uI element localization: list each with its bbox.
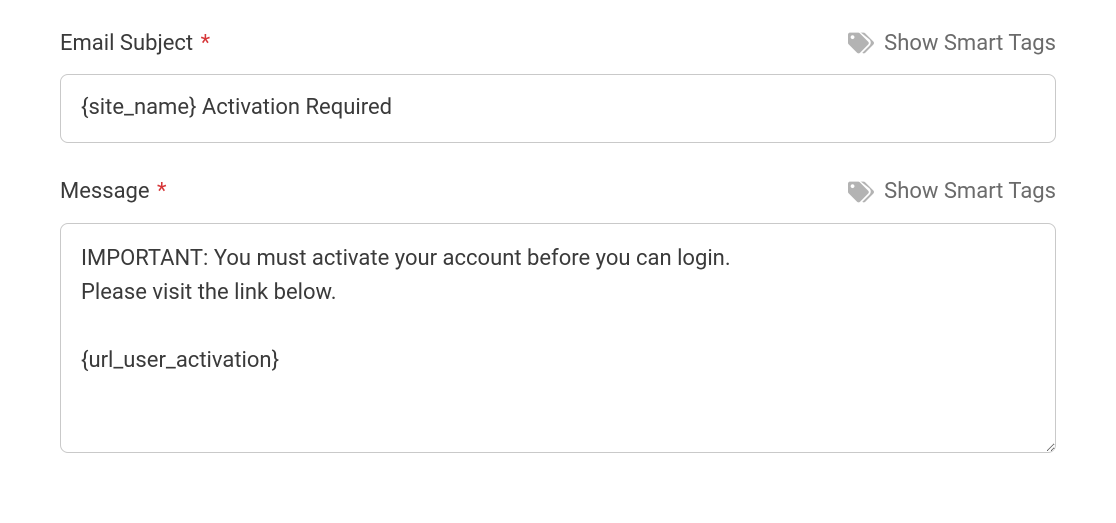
email-subject-label-text: Email Subject xyxy=(60,31,193,56)
required-indicator: * xyxy=(157,179,166,204)
tags-icon xyxy=(848,179,874,205)
show-smart-tags-link[interactable]: Show Smart Tags xyxy=(848,30,1056,56)
required-indicator: * xyxy=(201,31,210,56)
email-subject-header: Email Subject * Show Smart Tags xyxy=(60,30,1056,56)
message-label-text: Message xyxy=(60,179,150,204)
show-smart-tags-link[interactable]: Show Smart Tags xyxy=(848,179,1056,205)
message-label: Message * xyxy=(60,179,167,204)
message-group: Message * Show Smart Tags IMPORTANT: You… xyxy=(60,179,1056,457)
tags-icon xyxy=(848,30,874,56)
email-subject-label: Email Subject * xyxy=(60,31,210,56)
show-smart-tags-text: Show Smart Tags xyxy=(884,179,1056,204)
message-header: Message * Show Smart Tags xyxy=(60,179,1056,205)
show-smart-tags-text: Show Smart Tags xyxy=(884,31,1056,56)
email-subject-input[interactable] xyxy=(60,74,1056,143)
email-subject-group: Email Subject * Show Smart Tags xyxy=(60,30,1056,143)
message-textarea[interactable]: IMPORTANT: You must activate your accoun… xyxy=(60,223,1056,453)
